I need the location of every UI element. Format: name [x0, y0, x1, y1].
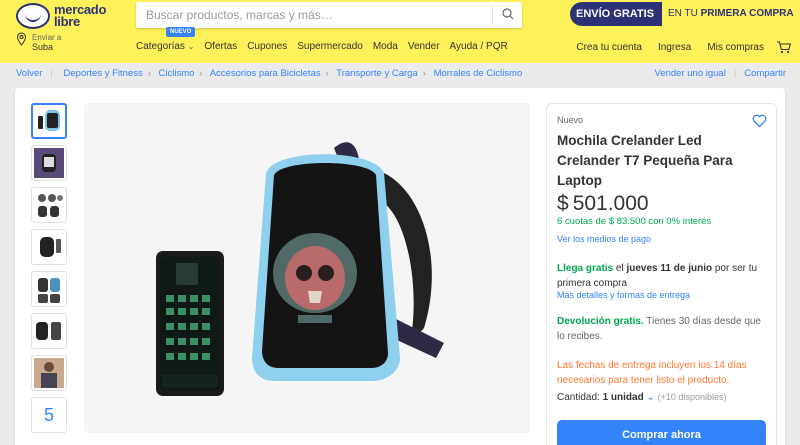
- backpack-product-image: [156, 142, 444, 396]
- payment-methods-link[interactable]: Ver los medios de pago: [557, 234, 651, 244]
- thumbnail-1[interactable]: [31, 103, 67, 139]
- breadcrumb-item[interactable]: Ciclismo: [159, 68, 195, 79]
- thumbnail-more[interactable]: 5: [31, 397, 67, 433]
- search-bar: [136, 2, 522, 28]
- breadcrumb-divider: |: [733, 68, 737, 79]
- search-button[interactable]: [492, 5, 522, 25]
- breadcrumb-item[interactable]: Morrales de Ciclismo: [434, 68, 523, 79]
- price-currency: $: [557, 192, 569, 215]
- nav-supermercado[interactable]: Supermercado: [297, 41, 363, 55]
- breadcrumb-item[interactable]: Deportes y Fitness: [64, 68, 143, 79]
- breadcrumb: Volver | Deportes y Fitness › Ciclismo › Ac…: [16, 68, 522, 79]
- breadcrumb-item[interactable]: Transporte y Carga: [336, 68, 418, 79]
- heart-icon: [752, 114, 767, 128]
- thumbnail-2[interactable]: [31, 145, 67, 181]
- price-value: 501.000: [572, 192, 649, 215]
- promo-first-purchase: EN TU PRIMERA COMPRA: [668, 8, 794, 19]
- thumbnail-3[interactable]: [31, 187, 67, 223]
- search-input[interactable]: [146, 6, 486, 24]
- shipping-date: jueves 11 de junio: [626, 263, 713, 274]
- share-link[interactable]: Compartir: [744, 68, 786, 79]
- location-pin-icon: [16, 32, 27, 46]
- product-image-gallery[interactable]: [84, 103, 530, 433]
- backpack-thumbnail-image: [38, 194, 63, 217]
- cart-icon[interactable]: [776, 41, 792, 54]
- login-link[interactable]: Ingresa: [658, 42, 691, 53]
- backpack-thumbnail-image: [34, 358, 64, 388]
- breadcrumb-separator: ›: [325, 68, 329, 79]
- backpack-thumbnail-image: [40, 237, 61, 257]
- return-info: Devolución gratis. Tienes 30 días desde …: [557, 316, 761, 342]
- product-card: 5 Nuevo Mochila Crelander Led Crelander …: [15, 88, 785, 445]
- thumbnail-4[interactable]: [31, 229, 67, 265]
- favorite-button[interactable]: [752, 114, 767, 133]
- back-link[interactable]: Volver: [16, 68, 42, 79]
- breadcrumb-separator: ›: [147, 68, 151, 79]
- handshake-logo-icon: [16, 3, 50, 29]
- backpack-thumbnail-image: [36, 322, 61, 340]
- product-condition: Nuevo: [557, 115, 584, 125]
- nav-moda[interactable]: Moda: [373, 41, 398, 55]
- product-price: $501.000: [557, 192, 649, 216]
- logo-text: mercado libre: [54, 2, 107, 29]
- free-shipping-label: Llega gratis: [557, 263, 614, 274]
- main-nav: Categorías ⌄ Ofertas Cupones Supermercad…: [136, 41, 508, 55]
- buy-now-button[interactable]: Comprar ahora: [557, 420, 766, 445]
- delivery-location[interactable]: Enviar a Suba: [16, 30, 76, 54]
- stock-available: (+10 disponibles): [657, 392, 727, 402]
- backpack-thumbnail-image: [38, 278, 60, 303]
- header: mercado libre ENVÍO GRATIS EN TU PRIMERA…: [0, 0, 800, 63]
- create-account-link[interactable]: Crea tu cuenta: [576, 42, 642, 53]
- backpack-thumbnail-image: [34, 148, 64, 178]
- quantity-value: 1 unidad: [602, 392, 644, 403]
- chevron-down-icon: ⌄: [187, 42, 195, 51]
- free-shipping-banner[interactable]: ENVÍO GRATIS EN TU PRIMERA COMPRA: [570, 2, 794, 26]
- installments-info: 6 cuotas de $ 83.500 con 0% interés: [557, 216, 712, 227]
- thumbnail-7[interactable]: [31, 355, 67, 391]
- my-purchases-link[interactable]: Mis compras: [707, 42, 764, 53]
- shipping-details-link[interactable]: Más detalles y formas de entrega: [557, 290, 690, 300]
- breadcrumb-separator: ›: [422, 68, 426, 79]
- thumbnail-5[interactable]: [31, 271, 67, 307]
- user-nav: Crea tu cuenta Ingresa Mis compras: [576, 41, 792, 54]
- breadcrumb-divider: |: [50, 68, 53, 79]
- purchase-panel: Nuevo Mochila Crelander Led Crelander T7…: [546, 103, 777, 445]
- delivery-notice: Las fechas de entrega incluyen los 14 dí…: [557, 360, 747, 386]
- search-icon: [502, 8, 514, 20]
- backpack-thumbnail-image: [38, 110, 60, 131]
- breadcrumb-item[interactable]: Accesorios para Bicicletas: [210, 68, 321, 79]
- chevron-down-icon: ⌄: [646, 392, 655, 403]
- thumbnail-6[interactable]: [31, 313, 67, 349]
- breadcrumb-actions: Vender uno igual | Compartir: [655, 68, 786, 79]
- nav-ayuda[interactable]: Ayuda / PQR: [450, 41, 508, 55]
- sell-similar-link[interactable]: Vender uno igual: [655, 68, 726, 79]
- mercadolibre-logo[interactable]: mercado libre: [16, 3, 108, 31]
- nav-categorias[interactable]: Categorías ⌄: [136, 41, 194, 55]
- new-badge: NUEVO: [166, 27, 196, 37]
- nav-cupones[interactable]: Cupones: [247, 41, 287, 55]
- product-title: Mochila Crelander Led Crelander T7 Peque…: [557, 133, 733, 188]
- promo-free-shipping: ENVÍO GRATIS: [570, 2, 662, 26]
- more-images-count: 5: [43, 405, 54, 425]
- shipping-info: Llega gratis el jueves 11 de junio por s…: [557, 263, 758, 289]
- nav-ofertas[interactable]: Ofertas: [204, 41, 237, 55]
- nav-vender[interactable]: Vender: [408, 41, 440, 55]
- location-value: Suba: [32, 42, 54, 52]
- location-label: Enviar a: [32, 33, 62, 42]
- breadcrumb-separator: ›: [199, 68, 203, 79]
- free-return-label: Devolución gratis.: [557, 316, 644, 327]
- quantity-selector[interactable]: Cantidad: 1 unidad ⌄ (+10 disponibles): [557, 392, 726, 403]
